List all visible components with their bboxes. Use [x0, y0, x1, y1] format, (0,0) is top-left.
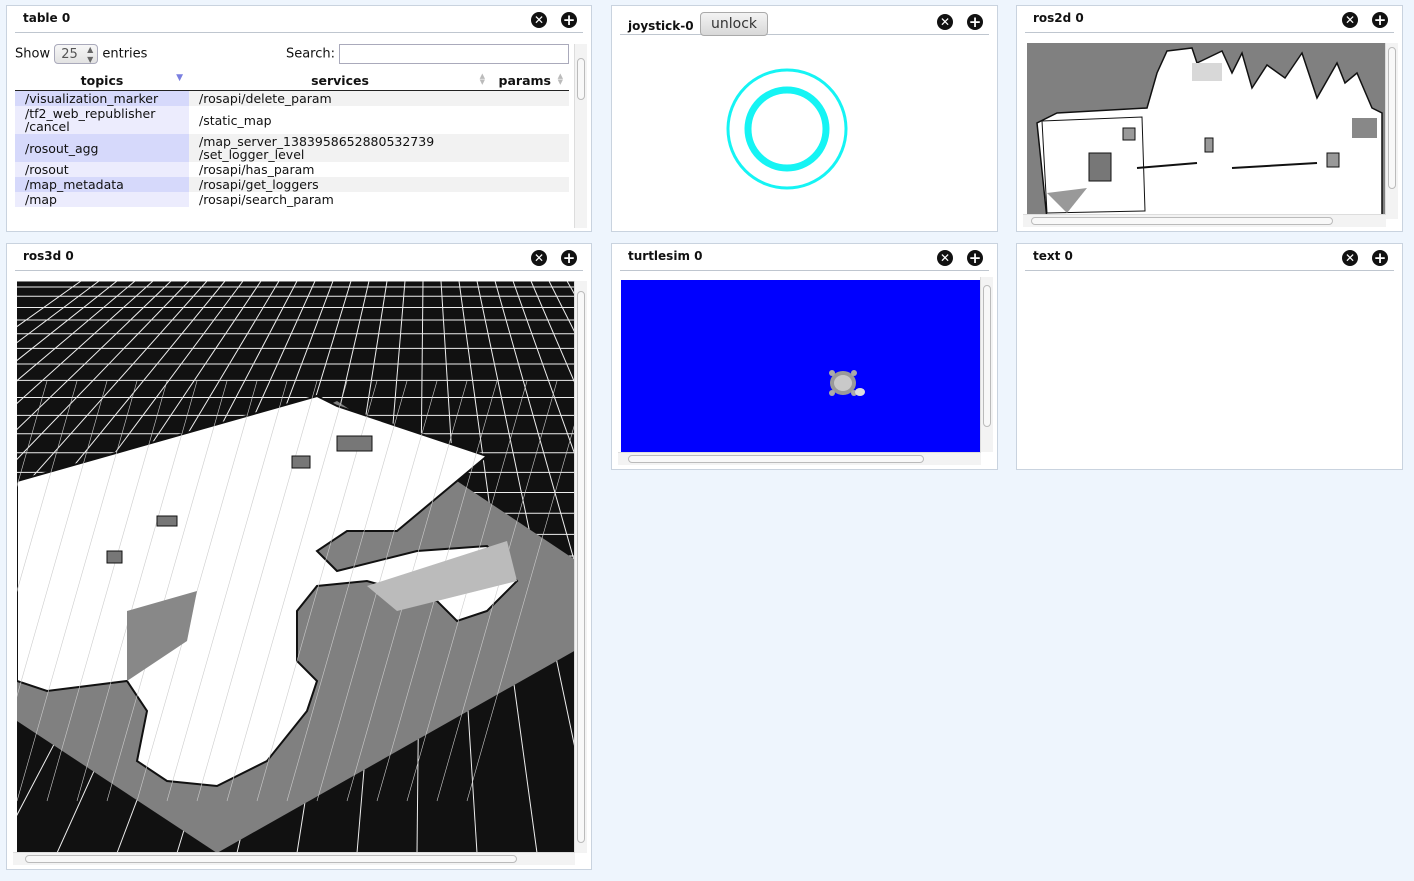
joystick-pad[interactable]: [722, 64, 852, 194]
sort-desc-icon: ▼: [176, 73, 183, 83]
map-obstacle: [1204, 137, 1214, 153]
topic-cell: /rosout_agg: [15, 134, 189, 162]
map-obstacle: [1122, 127, 1136, 141]
vertical-scrollbar[interactable]: [1385, 43, 1398, 219]
param-cell: [491, 134, 569, 162]
ros3d-viewport[interactable]: [17, 281, 576, 853]
entries-label: entries: [102, 46, 148, 62]
close-icon[interactable]: ✕: [531, 250, 547, 266]
table-row[interactable]: /rosout_agg/map_server_13839586528805327…: [15, 134, 569, 162]
table-row[interactable]: /map_metadata/rosapi/get_loggers: [15, 177, 569, 192]
service-cell: /rosapi/search_param: [199, 192, 334, 207]
vertical-scrollbar[interactable]: [574, 44, 587, 228]
table-row[interactable]: /rosout/rosapi/has_param: [15, 162, 569, 177]
turtle-icon: [829, 370, 865, 396]
map-obstacle: [336, 435, 373, 452]
column-header-services[interactable]: services ▲ ▼: [189, 70, 491, 91]
turtlesim-canvas[interactable]: [621, 280, 980, 452]
joystick-handle: [744, 86, 830, 172]
ros2d-map-canvas[interactable]: [1027, 43, 1385, 219]
table-row[interactable]: /visualization_marker/rosapi/delete_para…: [15, 90, 569, 106]
panel-title: turtlesim 0: [628, 249, 703, 263]
topic-cell: /tf2_web_republisher /cancel: [15, 106, 189, 134]
panel-title: ros3d 0: [23, 249, 74, 263]
service-cell: /rosapi/delete_param: [189, 90, 491, 106]
panel-title: table 0: [23, 11, 71, 25]
vertical-scrollbar[interactable]: [980, 277, 993, 452]
param-cell: [491, 177, 569, 192]
param-cell: [491, 192, 569, 207]
add-icon[interactable]: +: [1372, 250, 1388, 266]
table-row[interactable]: /map/rosapi/search_param: [15, 192, 569, 207]
map-obstacle: [291, 455, 311, 469]
data-table: topics ▼ services ▲ ▼ params ▲ ▼ /visualizati…: [15, 70, 569, 207]
map-obstacle: [1088, 152, 1112, 182]
turtlesim-panel: turtlesim 0 ✕ +: [611, 243, 998, 470]
topic-cell: /map_metadata: [15, 177, 189, 192]
entries-select-value: 25: [61, 47, 78, 62]
spinner-icon: ▲ ▼: [87, 45, 94, 64]
add-icon[interactable]: +: [561, 12, 577, 28]
param-cell: [491, 162, 569, 177]
service-cell: /rosapi/get_loggers: [189, 177, 491, 192]
service-cell: /static_map: [199, 112, 272, 128]
table-controls: Show 25 ▲ ▼ entries Search:: [15, 44, 569, 68]
map-obstacle: [1326, 152, 1340, 168]
add-icon[interactable]: +: [967, 14, 983, 30]
panel-header: text 0 ✕ +: [1025, 244, 1394, 271]
topic-cell: /visualization_marker: [15, 90, 189, 106]
panel-header: turtlesim 0 ✕ +: [620, 244, 989, 271]
joystick-panel: joystick-0 unlock ✕ +: [611, 5, 998, 232]
panel-header: table 0 ✕ +: [15, 6, 583, 33]
sort-icon: ▲ ▼: [479, 72, 485, 86]
panel-header: ros2d 0 ✕ +: [1025, 6, 1394, 33]
vertical-scrollbar[interactable]: [574, 281, 587, 853]
sort-icon: ▲ ▼: [557, 72, 563, 86]
panel-title: ros2d 0: [1033, 11, 1084, 25]
horizontal-scrollbar[interactable]: [1023, 214, 1386, 227]
horizontal-scrollbar[interactable]: [618, 452, 981, 465]
panel-title: text 0: [1033, 249, 1073, 263]
add-icon[interactable]: +: [1372, 12, 1388, 28]
map-obstacle: [106, 550, 123, 564]
add-icon[interactable]: +: [561, 250, 577, 266]
close-icon[interactable]: ✕: [937, 14, 953, 30]
column-header-params[interactable]: params ▲ ▼: [491, 70, 569, 91]
unlock-button[interactable]: unlock: [700, 12, 769, 36]
param-cell: [491, 106, 569, 134]
close-icon[interactable]: ✕: [1342, 12, 1358, 28]
table-row[interactable]: /tf2_web_republisher /cancel/static_map: [15, 106, 569, 134]
service-cell: /rosapi/has_param: [199, 162, 315, 177]
topic-cell: /map: [15, 192, 189, 207]
map-obstacle: [156, 515, 178, 527]
search-area: Search:: [286, 44, 569, 64]
close-icon[interactable]: ✕: [1342, 250, 1358, 266]
search-label: Search:: [285, 46, 335, 62]
panel-header: joystick-0 unlock ✕ +: [620, 6, 989, 36]
ros2d-panel: ros2d 0 ✕ +: [1016, 5, 1403, 232]
table-panel: table 0 ✕ + Show 25 ▲ ▼ entries Search: to…: [6, 5, 592, 232]
horizontal-scrollbar[interactable]: [13, 852, 575, 865]
close-icon[interactable]: ✕: [937, 250, 953, 266]
panel-header: ros3d 0 ✕ +: [15, 244, 583, 271]
close-icon[interactable]: ✕: [531, 12, 547, 28]
column-header-topics[interactable]: topics ▼: [15, 70, 189, 91]
text-panel: text 0 ✕ +: [1016, 243, 1403, 470]
service-cell: /map_server_1383958652880532739 /set_log…: [189, 134, 491, 162]
add-icon[interactable]: +: [967, 250, 983, 266]
param-cell: [491, 90, 569, 106]
topic-cell: /rosout: [15, 162, 189, 177]
entries-select[interactable]: 25 ▲ ▼: [54, 44, 99, 64]
ros3d-panel: ros3d 0 ✕ +: [6, 243, 592, 870]
search-input[interactable]: [339, 44, 569, 64]
show-label: Show: [15, 46, 51, 62]
map-obstacle: [1192, 63, 1222, 81]
panel-title: joystick-0: [628, 19, 694, 33]
